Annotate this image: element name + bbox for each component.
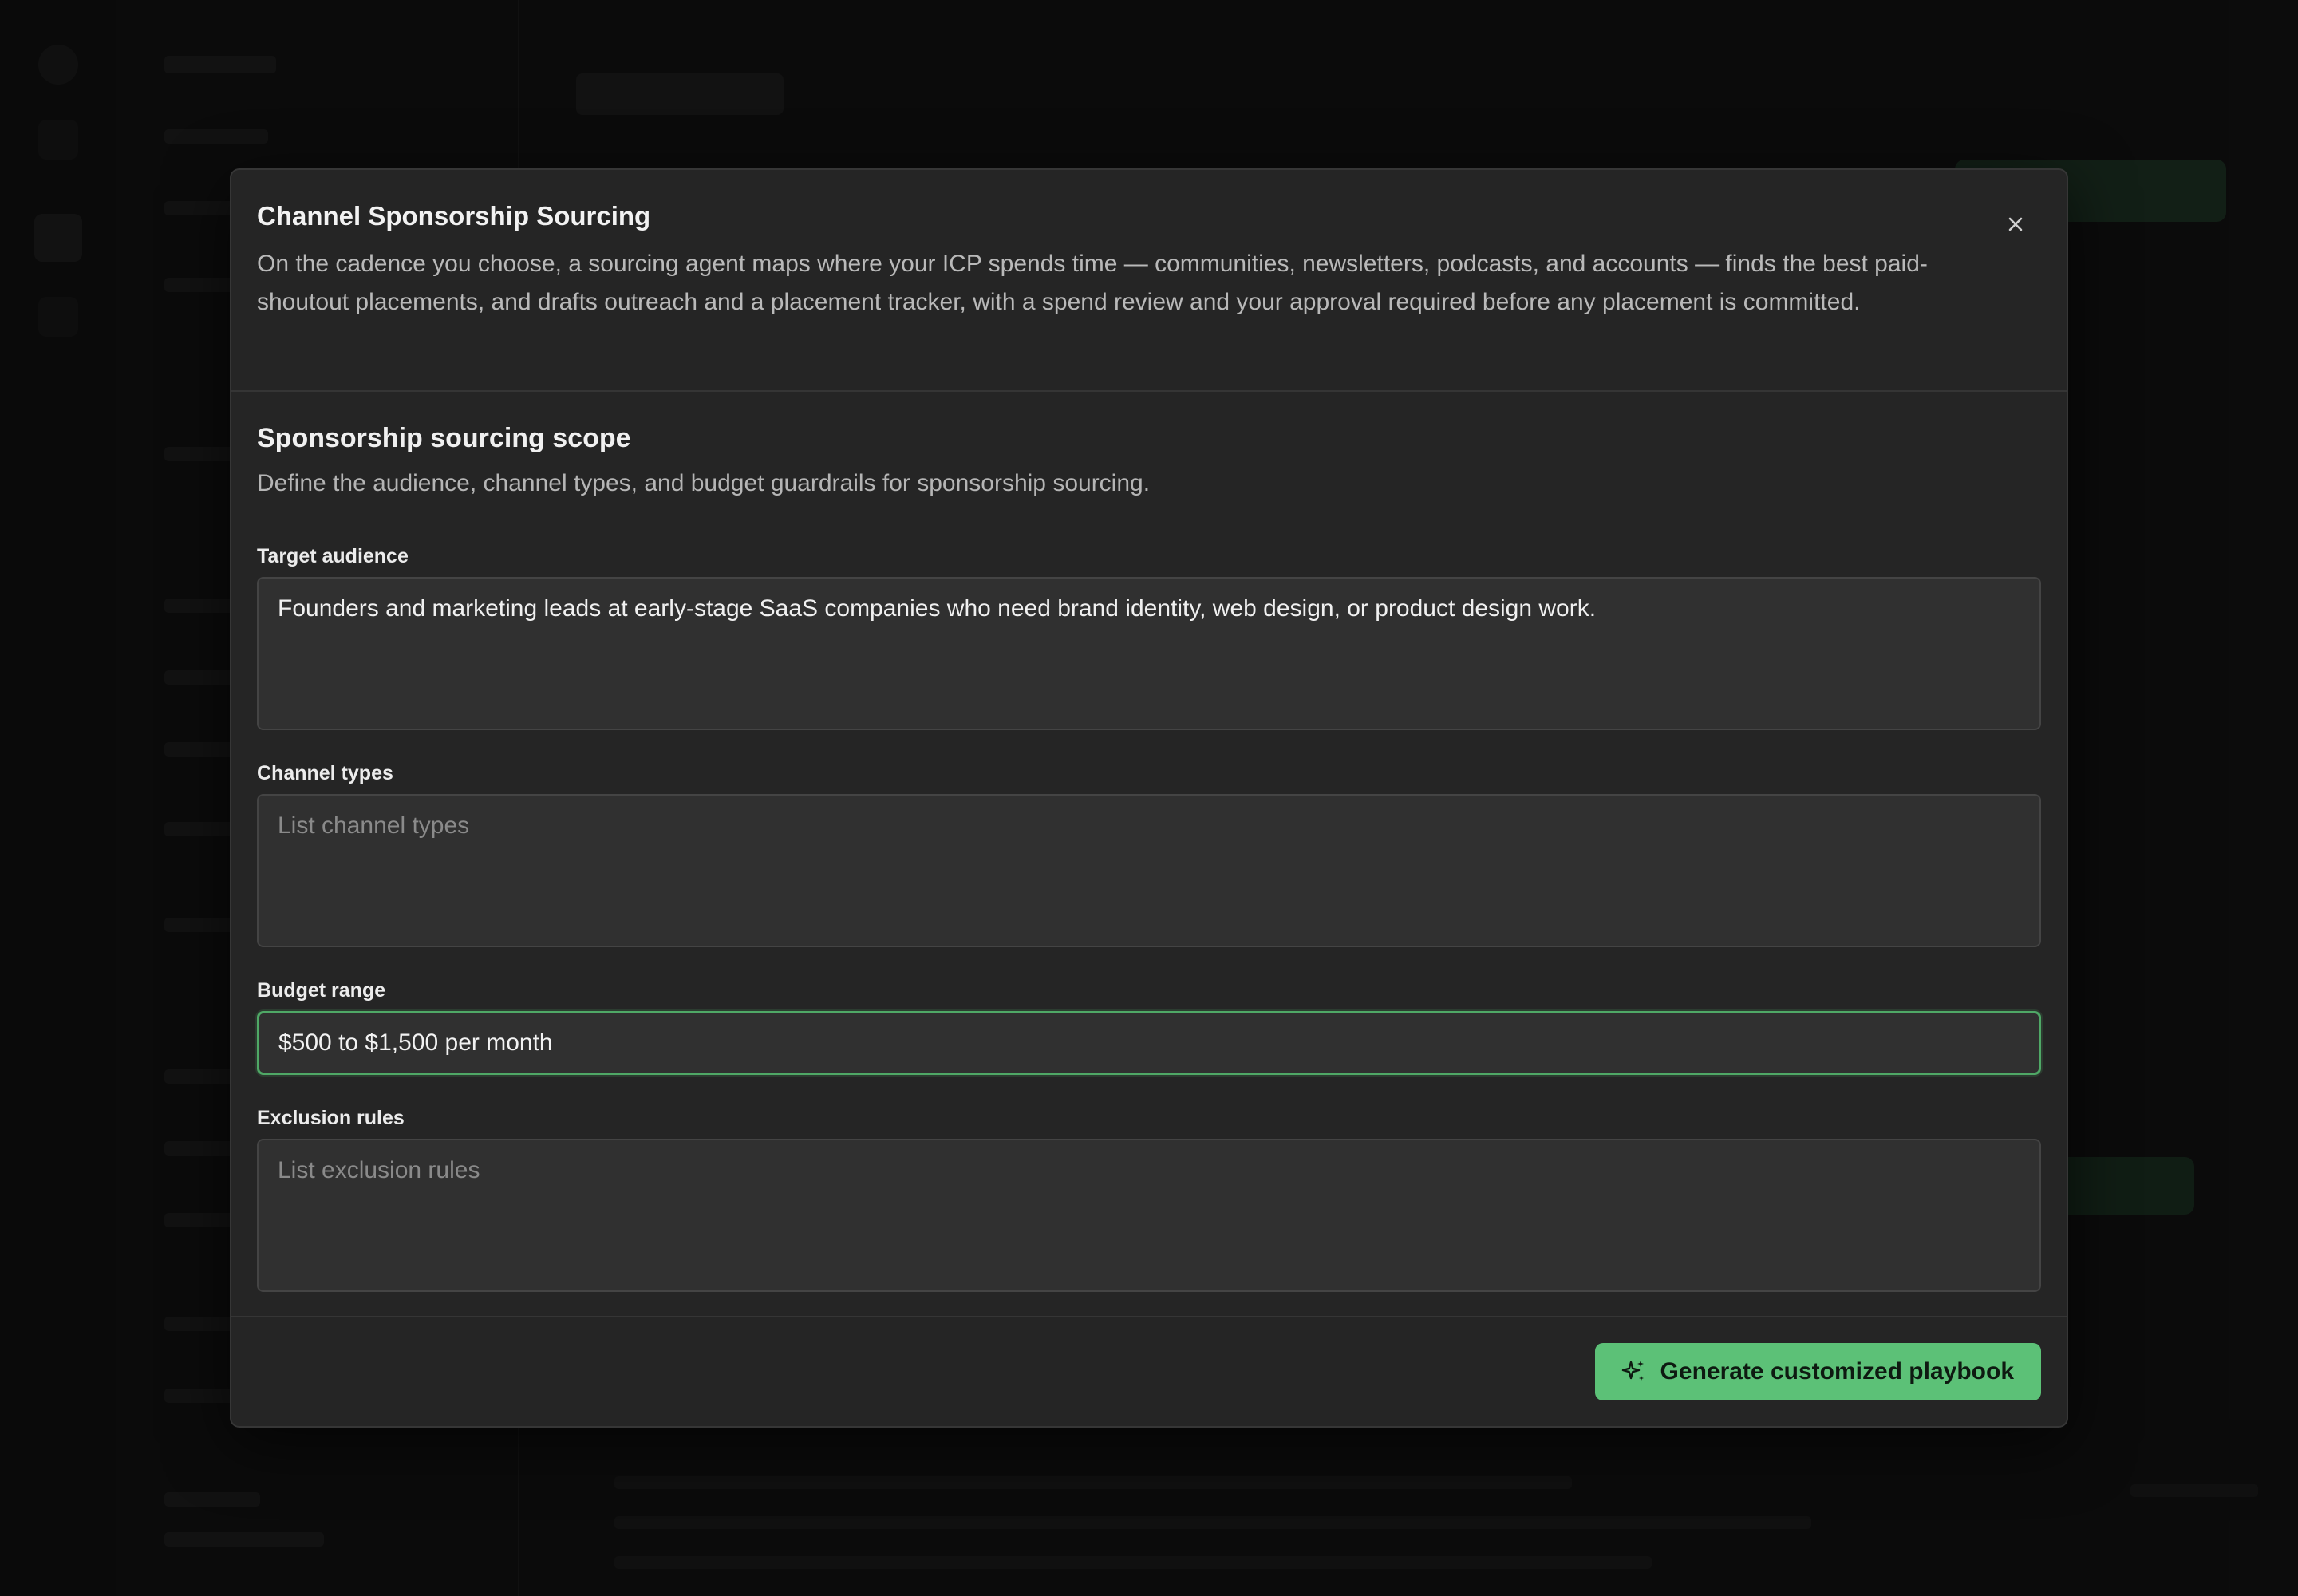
channel-types-field: Channel types xyxy=(257,760,2041,947)
target-audience-input[interactable] xyxy=(257,577,2041,730)
sparkle-icon xyxy=(1621,1361,1644,1381)
playbook-modal: Channel Sponsorship Sourcing On the cade… xyxy=(230,168,2068,1428)
budget-range-input[interactable] xyxy=(257,1011,2041,1075)
modal-body: Sponsorship sourcing scope Define the au… xyxy=(257,421,2041,1292)
modal-title: Channel Sponsorship Sourcing xyxy=(257,201,651,231)
budget-range-field: Budget range xyxy=(257,978,2041,1075)
section-title: Sponsorship sourcing scope xyxy=(257,423,631,453)
channel-types-input[interactable] xyxy=(257,794,2041,947)
modal-footer: Generate customized playbook xyxy=(231,1316,2067,1426)
budget-range-label: Budget range xyxy=(257,979,386,1001)
close-icon xyxy=(2008,217,2023,231)
section-description: Define the audience, channel types, and … xyxy=(257,470,1151,496)
modal-description: On the cadence you choose, a sourcing ag… xyxy=(257,251,1928,315)
target-audience-field: Target audience xyxy=(257,543,2041,730)
exclusion-rules-label: Exclusion rules xyxy=(257,1107,405,1129)
target-audience-label: Target audience xyxy=(257,545,409,567)
generate-playbook-button[interactable]: Generate customized playbook xyxy=(1594,1343,2041,1400)
modal-header: Channel Sponsorship Sourcing On the cade… xyxy=(231,170,2067,392)
channel-types-label: Channel types xyxy=(257,762,393,784)
exclusion-rules-field: Exclusion rules xyxy=(257,1105,2041,1292)
exclusion-rules-input[interactable] xyxy=(257,1139,2041,1292)
generate-playbook-label: Generate customized playbook xyxy=(1660,1358,2014,1385)
close-button[interactable] xyxy=(1995,203,2036,245)
